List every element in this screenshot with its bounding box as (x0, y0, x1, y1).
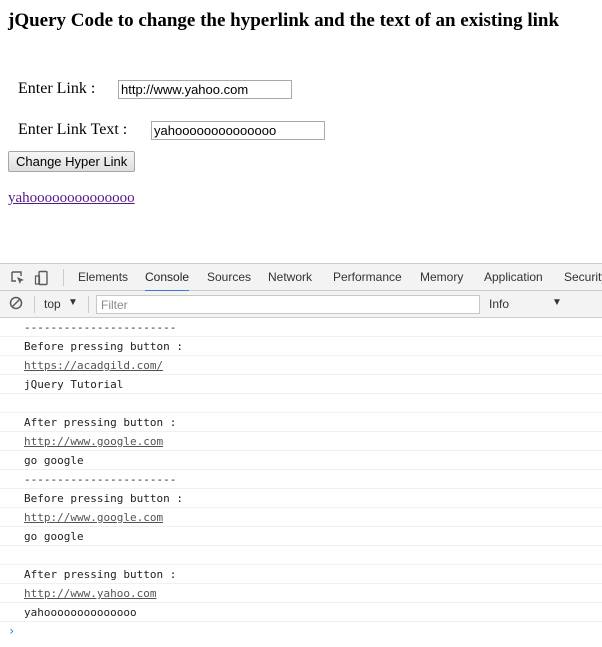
console-filter-input[interactable] (96, 295, 480, 314)
console-line: go google (0, 451, 602, 470)
result-link[interactable]: yahoooooooooooooo (8, 190, 135, 207)
console-toolbar: top ▼ Info ▼ (0, 291, 602, 318)
tab-divider (63, 269, 64, 286)
console-line: After pressing button : (0, 413, 602, 432)
clear-console-icon[interactable] (9, 296, 25, 312)
console-output: ----------------------- Before pressing … (0, 318, 602, 622)
link-input[interactable] (118, 80, 292, 99)
console-line: Before pressing button : (0, 489, 602, 508)
tab-sources[interactable]: Sources (207, 264, 251, 290)
console-line: go google (0, 527, 602, 546)
log-level-dropdown-icon[interactable]: ▼ (552, 297, 562, 308)
log-level-select[interactable]: Info (489, 297, 509, 311)
devtools-panel: Elements Console Sources Network Perform… (0, 263, 602, 647)
tab-performance[interactable]: Performance (333, 264, 402, 290)
tab-security[interactable]: Security (564, 264, 602, 290)
console-prompt-icon[interactable]: › (8, 624, 15, 638)
device-toolbar-icon[interactable] (34, 270, 50, 286)
link-text-label: Enter Link Text : (18, 121, 128, 138)
tab-elements[interactable]: Elements (78, 264, 128, 290)
console-line: ----------------------- (0, 318, 602, 337)
inspect-element-icon[interactable] (10, 270, 26, 286)
toolbar-divider (88, 296, 89, 313)
change-hyperlink-button[interactable]: Change Hyper Link (8, 151, 136, 172)
console-line (0, 546, 602, 565)
context-dropdown-icon[interactable]: ▼ (68, 297, 78, 308)
page-title: jQuery Code to change the hyperlink and … (8, 10, 560, 31)
toolbar-divider (34, 296, 35, 313)
context-select[interactable]: top (44, 297, 61, 311)
tab-application[interactable]: Application (484, 264, 543, 290)
tab-memory[interactable]: Memory (420, 264, 463, 290)
devtools-tab-bar: Elements Console Sources Network Perform… (0, 263, 602, 292)
console-link[interactable]: http://www.google.com (0, 508, 602, 527)
console-line: After pressing button : (0, 565, 602, 584)
tab-console[interactable]: Console (145, 264, 190, 292)
console-line (0, 394, 602, 413)
console-link[interactable]: http://www.yahoo.com (0, 584, 602, 603)
console-line: yahoooooooooooooo (0, 603, 602, 622)
console-line: ----------------------- (0, 470, 602, 489)
console-line: jQuery Tutorial (0, 375, 602, 394)
console-line: Before pressing button : (0, 337, 602, 356)
tab-network[interactable]: Network (268, 264, 312, 290)
link-text-input[interactable] (151, 121, 325, 140)
link-label: Enter Link : (18, 80, 96, 97)
console-link[interactable]: http://www.google.com (0, 432, 602, 451)
console-link[interactable]: https://acadgild.com/ (0, 356, 602, 375)
